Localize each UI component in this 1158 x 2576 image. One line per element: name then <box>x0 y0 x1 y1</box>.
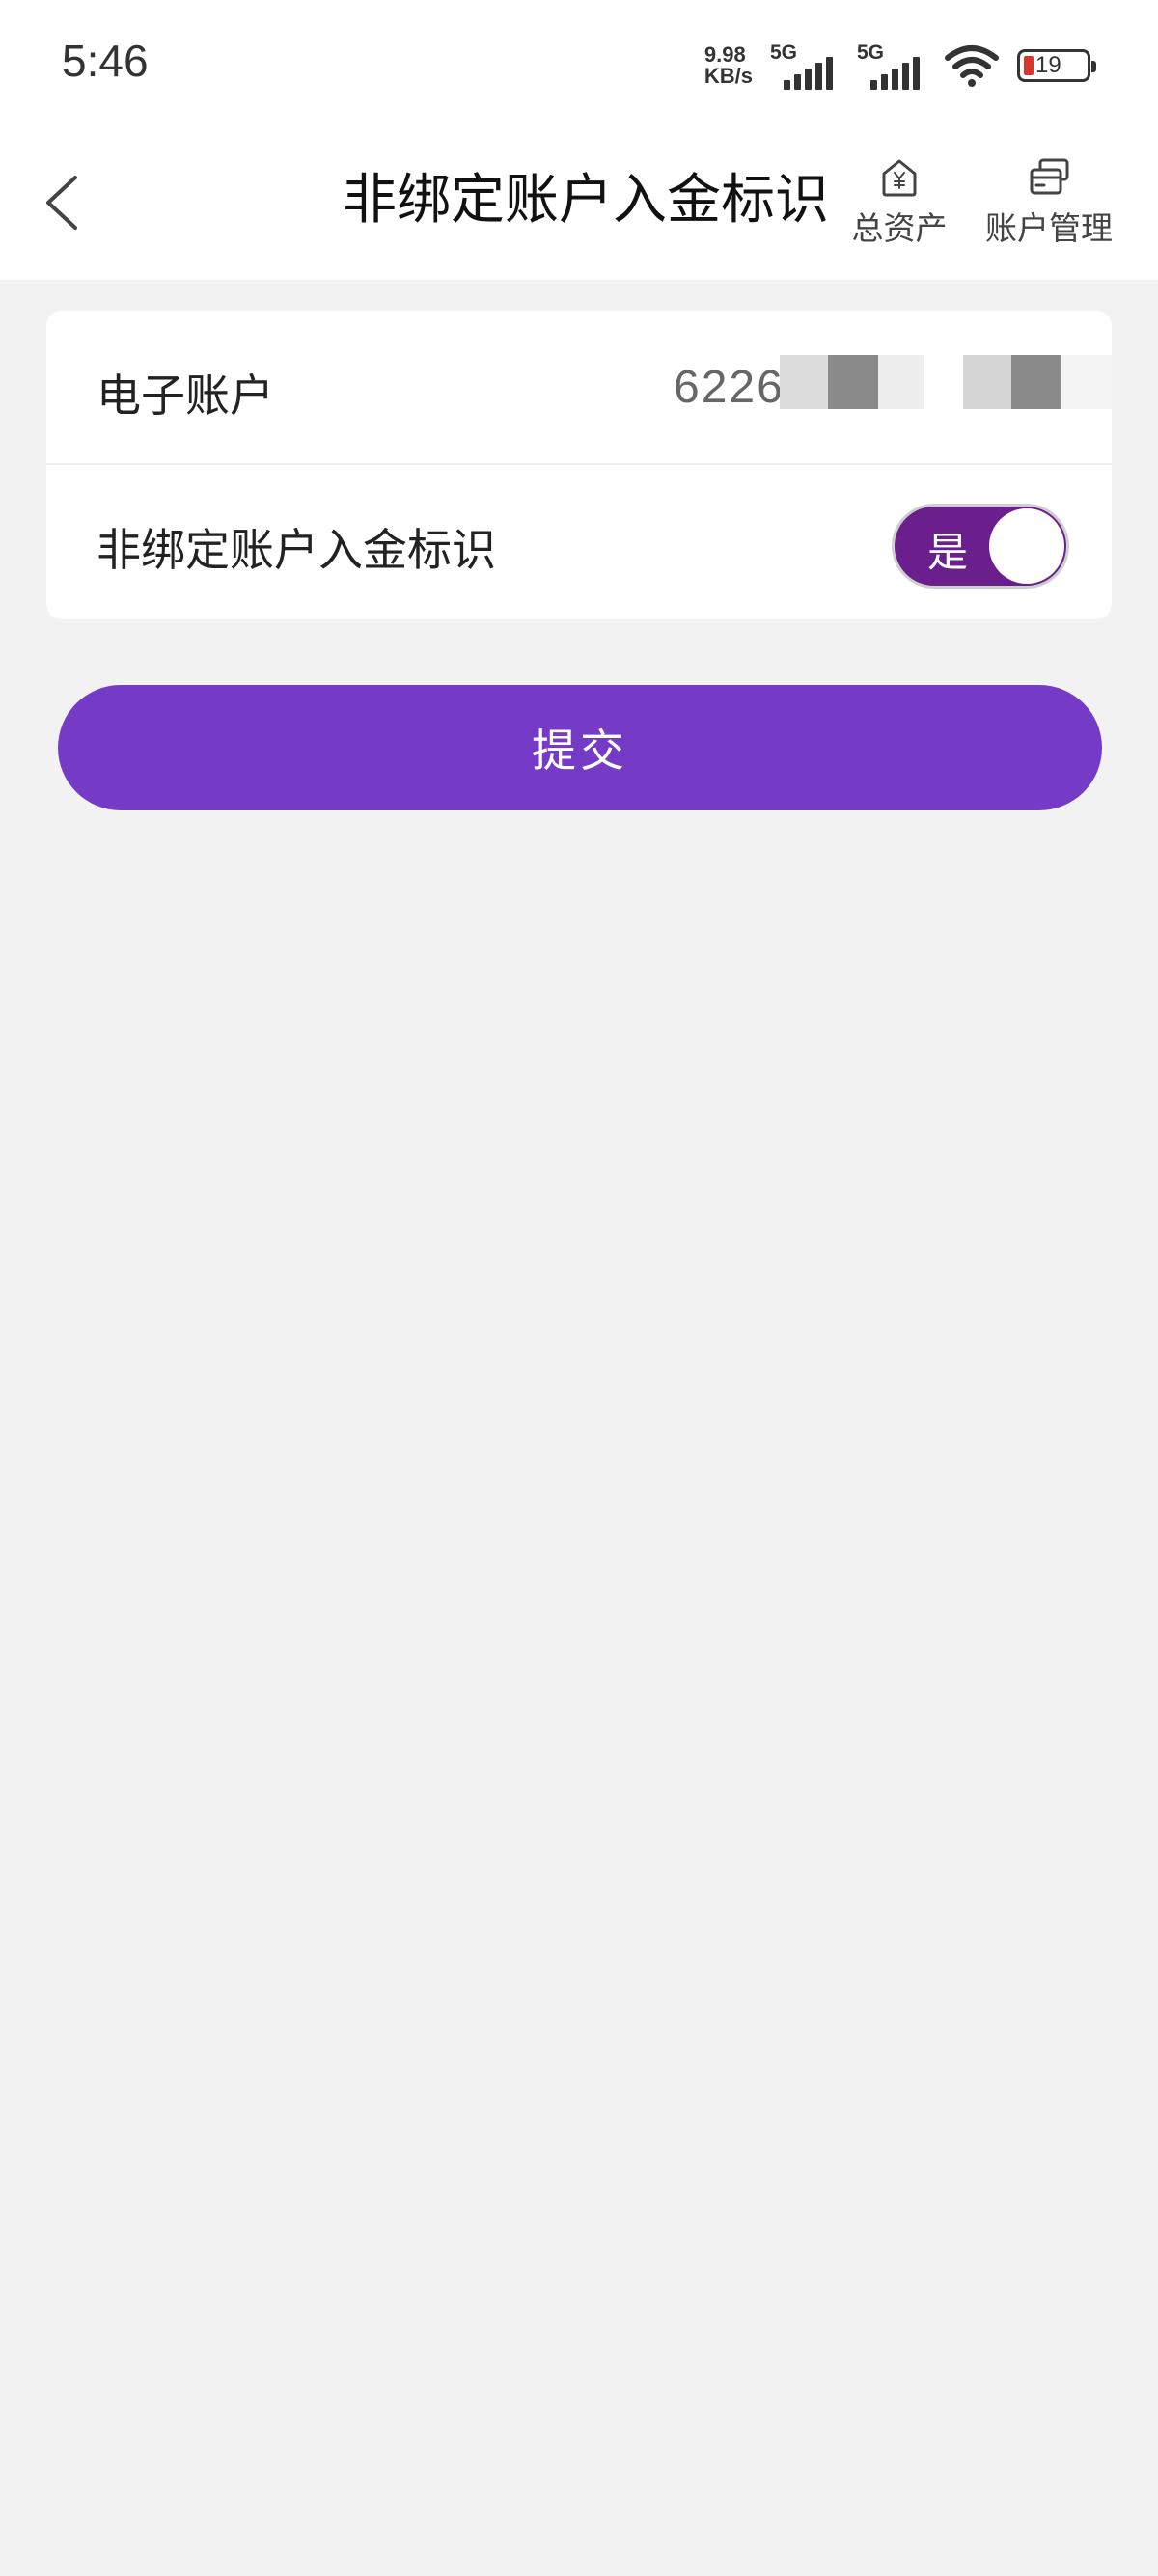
electronic-account-label: 电子账户 <box>96 370 274 422</box>
toggle-state-label: 是 <box>927 529 969 576</box>
non-bound-deposit-flag-row: 非绑定账户入金标识 是 <box>46 465 1112 619</box>
app-header: 非绑定账户入金标识 总资产 账户管理 <box>0 135 1158 280</box>
account-number-value: 6226 <box>674 362 785 413</box>
account-info-card: 电子账户 6226 非绑定账户入金标识 是 <box>46 311 1112 619</box>
submit-button[interactable]: 提交 <box>58 685 1102 810</box>
back-button[interactable] <box>29 164 106 241</box>
masked-account-digits <box>780 355 924 409</box>
status-bar: 5:46 9.98 KB/s 5G 5G 19 <box>0 0 1158 135</box>
card-stack-icon <box>1030 158 1069 195</box>
network-speed-unit: KB/s <box>703 64 753 88</box>
page-title: 非绑定账户入金标识 <box>343 169 829 232</box>
account-management-label: 账户管理 <box>985 209 1113 247</box>
network-speed: 9.98 KB/s <box>704 44 753 87</box>
battery-icon: 19 <box>1017 49 1096 82</box>
non-bound-deposit-flag-label: 非绑定账户入金标识 <box>96 524 496 576</box>
network-speed-value: 9.98 <box>703 42 746 67</box>
total-assets-button[interactable]: 总资产 <box>849 156 950 249</box>
house-yen-icon <box>882 159 917 197</box>
total-assets-label: 总资产 <box>851 209 948 247</box>
signal-sim1-icon: 5G <box>770 41 840 90</box>
wifi-icon <box>945 45 999 87</box>
battery-fill <box>1024 56 1034 75</box>
electronic-account-row: 电子账户 6226 <box>46 311 1112 465</box>
chevron-left-icon <box>46 176 77 230</box>
toggle-knob <box>989 508 1064 584</box>
non-bound-deposit-toggle[interactable]: 是 <box>892 504 1069 589</box>
status-time: 5:46 <box>62 36 149 86</box>
battery-level: 19 <box>1035 52 1062 78</box>
status-icons: 9.98 KB/s 5G 5G 19 <box>704 39 1096 93</box>
signal-sim2-icon: 5G <box>857 41 926 90</box>
account-management-button[interactable]: 账户管理 <box>980 156 1117 249</box>
masked-account-digits-2 <box>963 355 1112 409</box>
